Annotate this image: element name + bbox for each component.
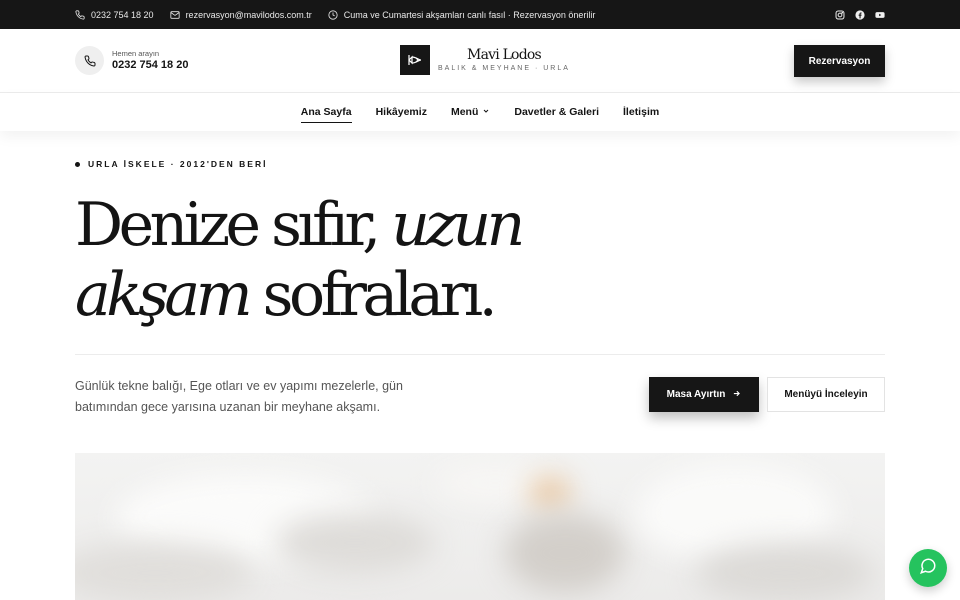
eyebrow-text: URLA İSKELE · 2012'DEN BERİ xyxy=(88,159,268,169)
phone-icon xyxy=(75,46,104,75)
chevron-down-icon xyxy=(482,106,490,118)
brand-logo-link[interactable]: Mavi Lodos BALIK & MEYHANE · URLA xyxy=(400,45,570,75)
top-hours-text: Cuma ve Cumartesi akşamları canlı fasıl … xyxy=(343,9,596,20)
nav-item-events-gallery[interactable]: Davetler & Galeri xyxy=(514,93,599,131)
nav-item-label: İletişim xyxy=(623,106,660,118)
brand-text: Mavi Lodos BALIK & MEYHANE · URLA xyxy=(438,47,570,74)
facebook-icon[interactable] xyxy=(855,9,865,20)
headline-line-2: akşam sofraları. xyxy=(75,260,498,330)
clock-icon xyxy=(328,9,338,20)
fish-logo-icon xyxy=(400,45,430,75)
brand-tagline: BALIK & MEYHANE · URLA xyxy=(438,64,570,72)
site-header: Hemen arayın 0232 754 18 20 Mavi Lodos B… xyxy=(0,29,960,93)
top-bar-info: 0232 754 18 20 rezervasyon@mavilodos.com… xyxy=(75,0,595,29)
hero-eyebrow: URLA İSKELE · 2012'DEN BERİ xyxy=(75,159,267,169)
call-label: Hemen arayın xyxy=(112,49,160,58)
headline-emphasis: uzun xyxy=(391,190,525,260)
call-text: Hemen arayın 0232 754 18 20 xyxy=(112,49,188,72)
top-email-link[interactable]: rezervasyon@mavilodos.com.tr xyxy=(169,9,312,20)
book-table-button[interactable]: Masa Ayırtın xyxy=(649,377,759,412)
top-phone-text: 0232 754 18 20 xyxy=(91,9,154,20)
bullet-dot-icon xyxy=(75,161,80,167)
brand-name: Mavi Lodos xyxy=(467,46,542,63)
view-menu-button[interactable]: Menüyü İnceleyin xyxy=(767,377,885,412)
top-hours: Cuma ve Cumartesi akşamları canlı fasıl … xyxy=(328,9,596,20)
whatsapp-chat-button[interactable] xyxy=(909,549,947,587)
nav-item-label: Davetler & Galeri xyxy=(514,106,600,118)
social-links xyxy=(835,0,885,29)
phone-icon xyxy=(75,9,85,20)
hero-headline: Denize sıfır, uzun akşam sofraları. xyxy=(75,190,525,330)
chat-bubble-icon xyxy=(919,557,937,580)
hero-image xyxy=(75,453,885,600)
top-bar: 0232 754 18 20 rezervasyon@mavilodos.com… xyxy=(0,0,960,29)
headline-text: sofraları. xyxy=(248,260,498,330)
call-block[interactable]: Hemen arayın 0232 754 18 20 xyxy=(75,46,188,75)
headline-text: Denize sıfır, xyxy=(75,190,392,260)
nav-item-menu[interactable]: Menü xyxy=(451,93,490,131)
headline-line-1: Denize sıfır, uzun xyxy=(75,190,525,260)
call-number: 0232 754 18 20 xyxy=(112,59,189,71)
nav-item-label: Menü xyxy=(450,106,479,118)
nav-item-home[interactable]: Ana Sayfa xyxy=(300,93,352,131)
headline-emphasis: akşam xyxy=(75,260,253,330)
instagram-icon[interactable] xyxy=(835,10,845,20)
nav-item-label: Hikâyemiz xyxy=(375,106,427,118)
hero-lede: Günlük tekne balığı, Ege otları ve ev ya… xyxy=(75,379,403,414)
top-phone-link[interactable]: 0232 754 18 20 xyxy=(75,10,154,20)
book-table-label: Masa Ayırtın xyxy=(666,389,726,400)
nav-item-story[interactable]: Hikâyemiz xyxy=(376,93,427,131)
hero-divider xyxy=(75,354,885,355)
arrow-right-icon xyxy=(732,389,741,401)
main-nav: Ana Sayfa Hikâyemiz Menü Davetler & Gale… xyxy=(0,93,960,131)
nav-item-contact[interactable]: İletişim xyxy=(623,93,659,131)
youtube-icon[interactable] xyxy=(875,10,885,20)
nav-item-label: Ana Sayfa xyxy=(300,106,352,118)
reservation-button[interactable]: Rezervasyon xyxy=(794,45,885,77)
top-email-text: rezervasyon@mavilodos.com.tr xyxy=(185,9,312,20)
mail-icon xyxy=(169,10,180,20)
